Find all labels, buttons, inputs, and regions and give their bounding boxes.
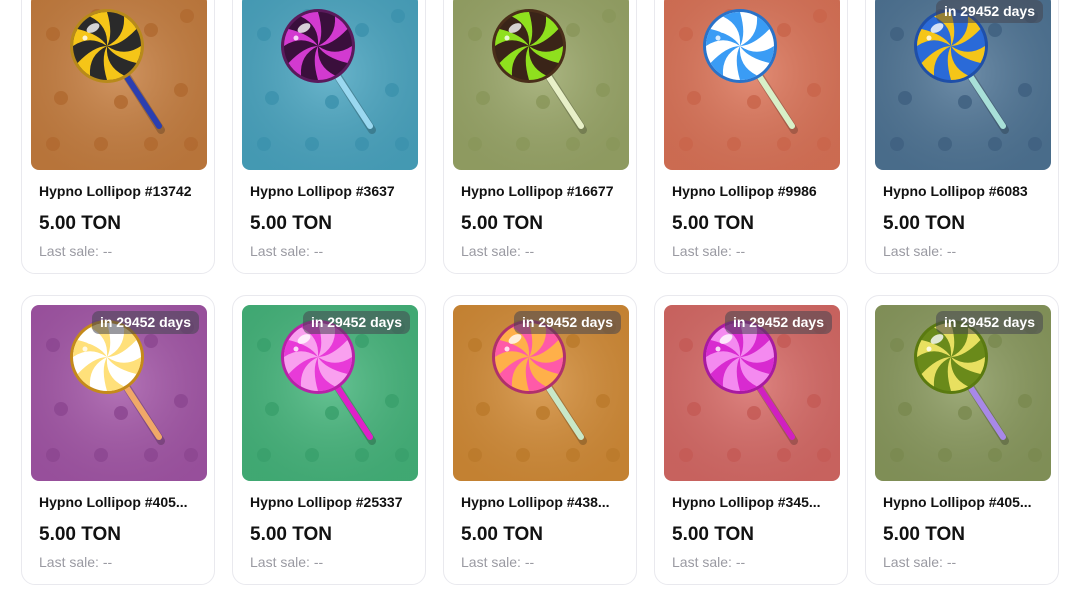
nft-grid: Hypno Lollipop #13742 5.00 TON Last sale: … (0, 0, 1090, 599)
last-sale-label: Last sale: -- (883, 243, 957, 259)
last-sale-label: Last sale: -- (883, 554, 957, 570)
nft-price: 5.00 TON (39, 213, 122, 234)
nft-price: 5.00 TON (461, 213, 544, 234)
last-sale-label: Last sale: -- (461, 243, 535, 259)
lollipop-image (664, 0, 840, 170)
nft-thumbnail[interactable]: in 29452 days (31, 305, 207, 481)
nft-price: 5.00 TON (250, 524, 333, 545)
last-sale-label: Last sale: -- (250, 243, 324, 259)
nft-price: 5.00 TON (672, 524, 755, 545)
nft-name: Hypno Lollipop #3637 (250, 183, 395, 199)
nft-thumbnail[interactable]: in 29452 days (242, 305, 418, 481)
nft-name: Hypno Lollipop #13742 (39, 183, 192, 199)
nft-name: Hypno Lollipop #405... (883, 494, 1032, 510)
nft-thumbnail[interactable] (31, 0, 207, 170)
nft-card[interactable]: in 29452 days Hypno Lollipop #405... 5.00 … (21, 295, 215, 585)
nft-card[interactable]: in 29452 days Hypno Lollipop #25337 5.00 T… (232, 295, 426, 585)
nft-thumbnail[interactable]: in 29452 days (875, 0, 1051, 170)
lollipop-image (242, 0, 418, 170)
last-sale-label: Last sale: -- (672, 554, 746, 570)
nft-thumbnail[interactable] (664, 0, 840, 170)
nft-name: Hypno Lollipop #6083 (883, 183, 1028, 199)
nft-name: Hypno Lollipop #16677 (461, 183, 614, 199)
nft-price: 5.00 TON (250, 213, 333, 234)
unlock-time-badge: in 29452 days (724, 311, 832, 334)
nft-card[interactable]: Hypno Lollipop #16677 5.00 TON Last sale: … (443, 0, 637, 274)
nft-name: Hypno Lollipop #25337 (250, 494, 403, 510)
unlock-time-badge: in 29452 days (935, 311, 1043, 334)
unlock-time-badge: in 29452 days (513, 311, 621, 334)
nft-card[interactable]: in 29452 days Hypno Lollipop #6083 5.00 TO… (865, 0, 1059, 274)
nft-thumbnail[interactable]: in 29452 days (453, 305, 629, 481)
nft-price: 5.00 TON (883, 524, 966, 545)
last-sale-label: Last sale: -- (461, 554, 535, 570)
nft-price: 5.00 TON (39, 524, 122, 545)
unlock-time-badge: in 29452 days (91, 311, 199, 334)
lollipop-image (31, 0, 207, 170)
nft-card[interactable]: in 29452 days Hypno Lollipop #405... 5.00 … (865, 295, 1059, 585)
unlock-time-badge: in 29452 days (302, 311, 410, 334)
nft-card[interactable]: in 29452 days Hypno Lollipop #345... 5.00 … (654, 295, 848, 585)
last-sale-label: Last sale: -- (672, 243, 746, 259)
nft-thumbnail[interactable]: in 29452 days (875, 305, 1051, 481)
last-sale-label: Last sale: -- (39, 554, 113, 570)
lollipop-image (875, 0, 1051, 170)
nft-price: 5.00 TON (672, 213, 755, 234)
nft-name: Hypno Lollipop #438... (461, 494, 610, 510)
nft-card[interactable]: Hypno Lollipop #13742 5.00 TON Last sale: … (21, 0, 215, 274)
nft-thumbnail[interactable]: in 29452 days (664, 305, 840, 481)
nft-name: Hypno Lollipop #405... (39, 494, 188, 510)
nft-price: 5.00 TON (883, 213, 966, 234)
last-sale-label: Last sale: -- (250, 554, 324, 570)
lollipop-image (453, 0, 629, 170)
nft-card[interactable]: in 29452 days Hypno Lollipop #438... 5.00 … (443, 295, 637, 585)
nft-name: Hypno Lollipop #345... (672, 494, 821, 510)
nft-card[interactable]: Hypno Lollipop #9986 5.00 TON Last sale: -… (654, 0, 848, 274)
unlock-time-badge: in 29452 days (935, 0, 1043, 23)
last-sale-label: Last sale: -- (39, 243, 113, 259)
nft-thumbnail[interactable] (453, 0, 629, 170)
nft-card[interactable]: Hypno Lollipop #3637 5.00 TON Last sale: -… (232, 0, 426, 274)
nft-price: 5.00 TON (461, 524, 544, 545)
nft-thumbnail[interactable] (242, 0, 418, 170)
nft-name: Hypno Lollipop #9986 (672, 183, 817, 199)
